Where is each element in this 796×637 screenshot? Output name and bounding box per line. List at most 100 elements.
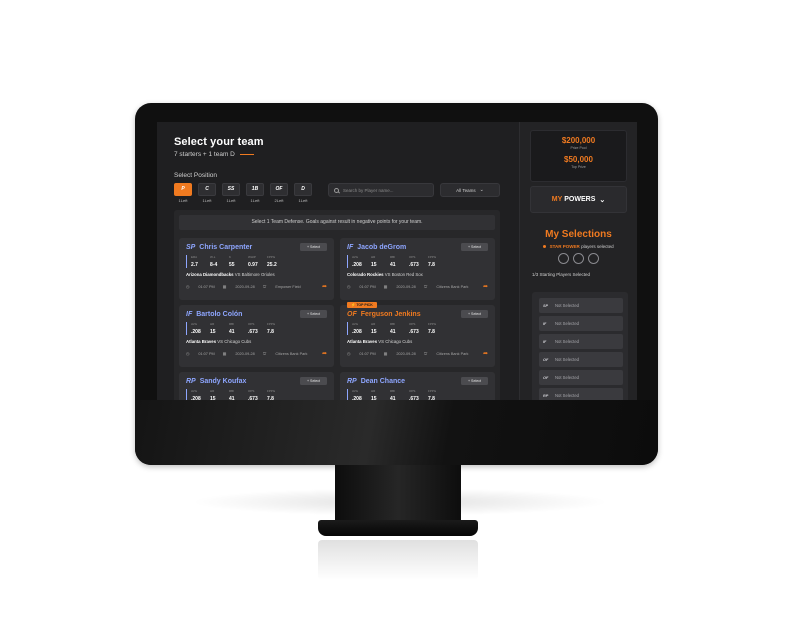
share-arrow-icon[interactable]: ➦: [322, 350, 327, 357]
stat-value: 41: [390, 262, 396, 268]
select-player-button[interactable]: + Select: [300, 377, 327, 385]
star-slot-circle[interactable]: [558, 253, 569, 264]
game-time: 01:07 PM: [359, 284, 376, 289]
my-powers-dropdown[interactable]: MY POWERS ⌄: [530, 186, 627, 213]
game-date: 2020-09-28: [235, 284, 255, 289]
share-arrow-icon[interactable]: ➦: [322, 283, 327, 290]
away-team: Chicago Cubs: [385, 339, 413, 344]
teams-dropdown[interactable]: All Teams ⌄: [440, 183, 500, 197]
stat-label: AVG: [191, 389, 198, 393]
select-player-button[interactable]: + Select: [461, 310, 488, 318]
stat-value: .208: [352, 329, 362, 335]
card-header: IF Jacob deGrom + Select: [347, 243, 488, 251]
selection-slot[interactable]: OF Not Selected: [539, 370, 623, 385]
select-player-button[interactable]: + Select: [300, 243, 327, 251]
position-tab-1b[interactable]: 1B 1Left: [246, 183, 264, 203]
stat-value: 2.7: [191, 262, 198, 268]
card-header: RP Dean Chance + Select: [347, 377, 488, 385]
stat-value: 41: [390, 329, 396, 335]
player-name-text: Chris Carpenter: [199, 243, 253, 251]
stat-column: W-L 8-4: [210, 255, 229, 268]
stand-reflection: [318, 540, 478, 580]
player-card: RP Sandy Koufax + Select AVG .208 HR 15 RBI 41 O…: [179, 372, 334, 400]
star-slot-circle[interactable]: [588, 253, 599, 264]
stat-value: 7.8: [428, 262, 435, 268]
stat-label: FPPG: [267, 389, 276, 393]
slot-status: Not Selected: [555, 339, 579, 344]
player-name[interactable]: IF Jacob deGrom: [347, 244, 406, 251]
position-remaining: 2Left: [274, 198, 284, 203]
position-tab-d[interactable]: D 1Left: [294, 183, 312, 203]
starting-players-label: 1/3 Starting Players Selected: [532, 272, 591, 277]
clock-icon: ◷: [186, 284, 190, 289]
share-arrow-icon[interactable]: ➦: [483, 350, 488, 357]
stadium-icon: ⛫: [262, 351, 267, 356]
stat-value: .208: [352, 396, 362, 400]
player-name-text: Dean Chance: [360, 377, 406, 385]
position-tabs: P 1Left C 1Left SS 1Left 1B 1Left OF 2Left D 1Left: [174, 183, 318, 203]
position-tab-c[interactable]: C 1Left: [198, 183, 216, 203]
position-tab-ss[interactable]: SS 1Left: [222, 183, 240, 203]
selection-slot[interactable]: IF Not Selected: [539, 316, 623, 331]
player-stats: AVG .208 HR 15 RBI 41 OPS .673 FPPG 7.8: [347, 322, 488, 335]
chevron-down-icon: ⌄: [479, 187, 484, 193]
stat-column: OPS .673: [248, 389, 267, 400]
card-header: IF Bartolo Colón + Select: [186, 310, 327, 318]
player-name[interactable]: RP Dean Chance: [347, 378, 405, 385]
player-list-panel: Select 1 Team Defense. Goals against res…: [174, 210, 500, 400]
prize-pool-amount: $200,000: [561, 136, 596, 145]
search-box[interactable]: [328, 183, 434, 197]
select-player-button[interactable]: + Select: [300, 310, 327, 318]
stat-value: .673: [409, 329, 419, 335]
stat-column: FPPG 7.8: [428, 255, 447, 268]
stat-value: 15: [210, 396, 216, 400]
stat-column: AVG .208: [352, 389, 371, 400]
select-player-button[interactable]: + Select: [461, 243, 488, 251]
select-player-button[interactable]: + Select: [461, 377, 488, 385]
search-input[interactable]: [343, 187, 433, 193]
position-tab-p[interactable]: P 1Left: [174, 183, 192, 203]
star-power-status: STAR POWER players selected: [520, 244, 637, 249]
teams-dropdown-label: All Teams: [456, 187, 476, 193]
selection-slot[interactable]: OF Not Selected: [539, 352, 623, 367]
player-name[interactable]: IF Bartolo Colón: [186, 311, 242, 318]
game-details: ◷ 01:07 PM ▦ 2020-09-28 ⛫ Citizens Bank Pa…: [347, 284, 476, 290]
stat-label: FPPG: [428, 322, 437, 326]
star-power-slots: [520, 253, 637, 264]
player-name[interactable]: OF Ferguson Jenkins: [347, 311, 421, 318]
stat-label: OPS: [248, 322, 255, 326]
position-tab-of[interactable]: OF 2Left: [270, 183, 288, 203]
matchup: Atlanta Braves VS Chicago Cubs: [347, 339, 488, 344]
stat-value: 41: [390, 396, 396, 400]
selection-slot[interactable]: IF Not Selected: [539, 334, 623, 349]
selection-slot[interactable]: RP Not Selected: [539, 388, 623, 400]
card-header: RP Sandy Koufax + Select: [186, 377, 327, 385]
matchup: Atlanta Braves VS Chicago Cubs: [186, 339, 327, 344]
player-card: ⚡ TOP PICK OF Ferguson Jenkins + Select AVG…: [340, 302, 495, 367]
game-date: 2020-09-28: [396, 351, 416, 356]
stat-label: FPPG: [428, 255, 437, 259]
share-arrow-icon[interactable]: ➦: [483, 283, 488, 290]
game-details: ◷ 01:07 PM ▦ 2020-09-28 ⛫ Citizens Bank Pa…: [347, 351, 476, 357]
slot-position: RP: [543, 393, 549, 398]
stat-label: RBI: [390, 322, 396, 326]
stat-column: RBI 41: [390, 322, 409, 335]
star-power-suffix: players selected: [581, 244, 614, 249]
player-name[interactable]: SP Chris Carpenter: [186, 244, 252, 251]
slot-status: Not Selected: [555, 321, 579, 326]
stat-label: K: [229, 255, 232, 259]
stat-label: FPPG: [267, 322, 276, 326]
player-card: IF Bartolo Colón + Select AVG .208 HR 15 RBI 41…: [179, 305, 334, 367]
player-name[interactable]: RP Sandy Koufax: [186, 378, 246, 385]
slot-status: Not Selected: [555, 303, 579, 308]
stat-column: HR 15: [371, 255, 390, 268]
game-date: 2020-09-28: [235, 351, 255, 356]
selection-slot[interactable]: SP Not Selected: [539, 298, 623, 313]
star-slot-circle[interactable]: [573, 253, 584, 264]
player-name-text: Sandy Koufax: [199, 377, 247, 385]
vs-text: VS: [378, 339, 385, 344]
game-time: 01:07 PM: [198, 284, 215, 289]
stat-value: 15: [371, 262, 377, 268]
clock-icon: ◷: [186, 351, 190, 356]
position-code: C: [198, 183, 216, 196]
